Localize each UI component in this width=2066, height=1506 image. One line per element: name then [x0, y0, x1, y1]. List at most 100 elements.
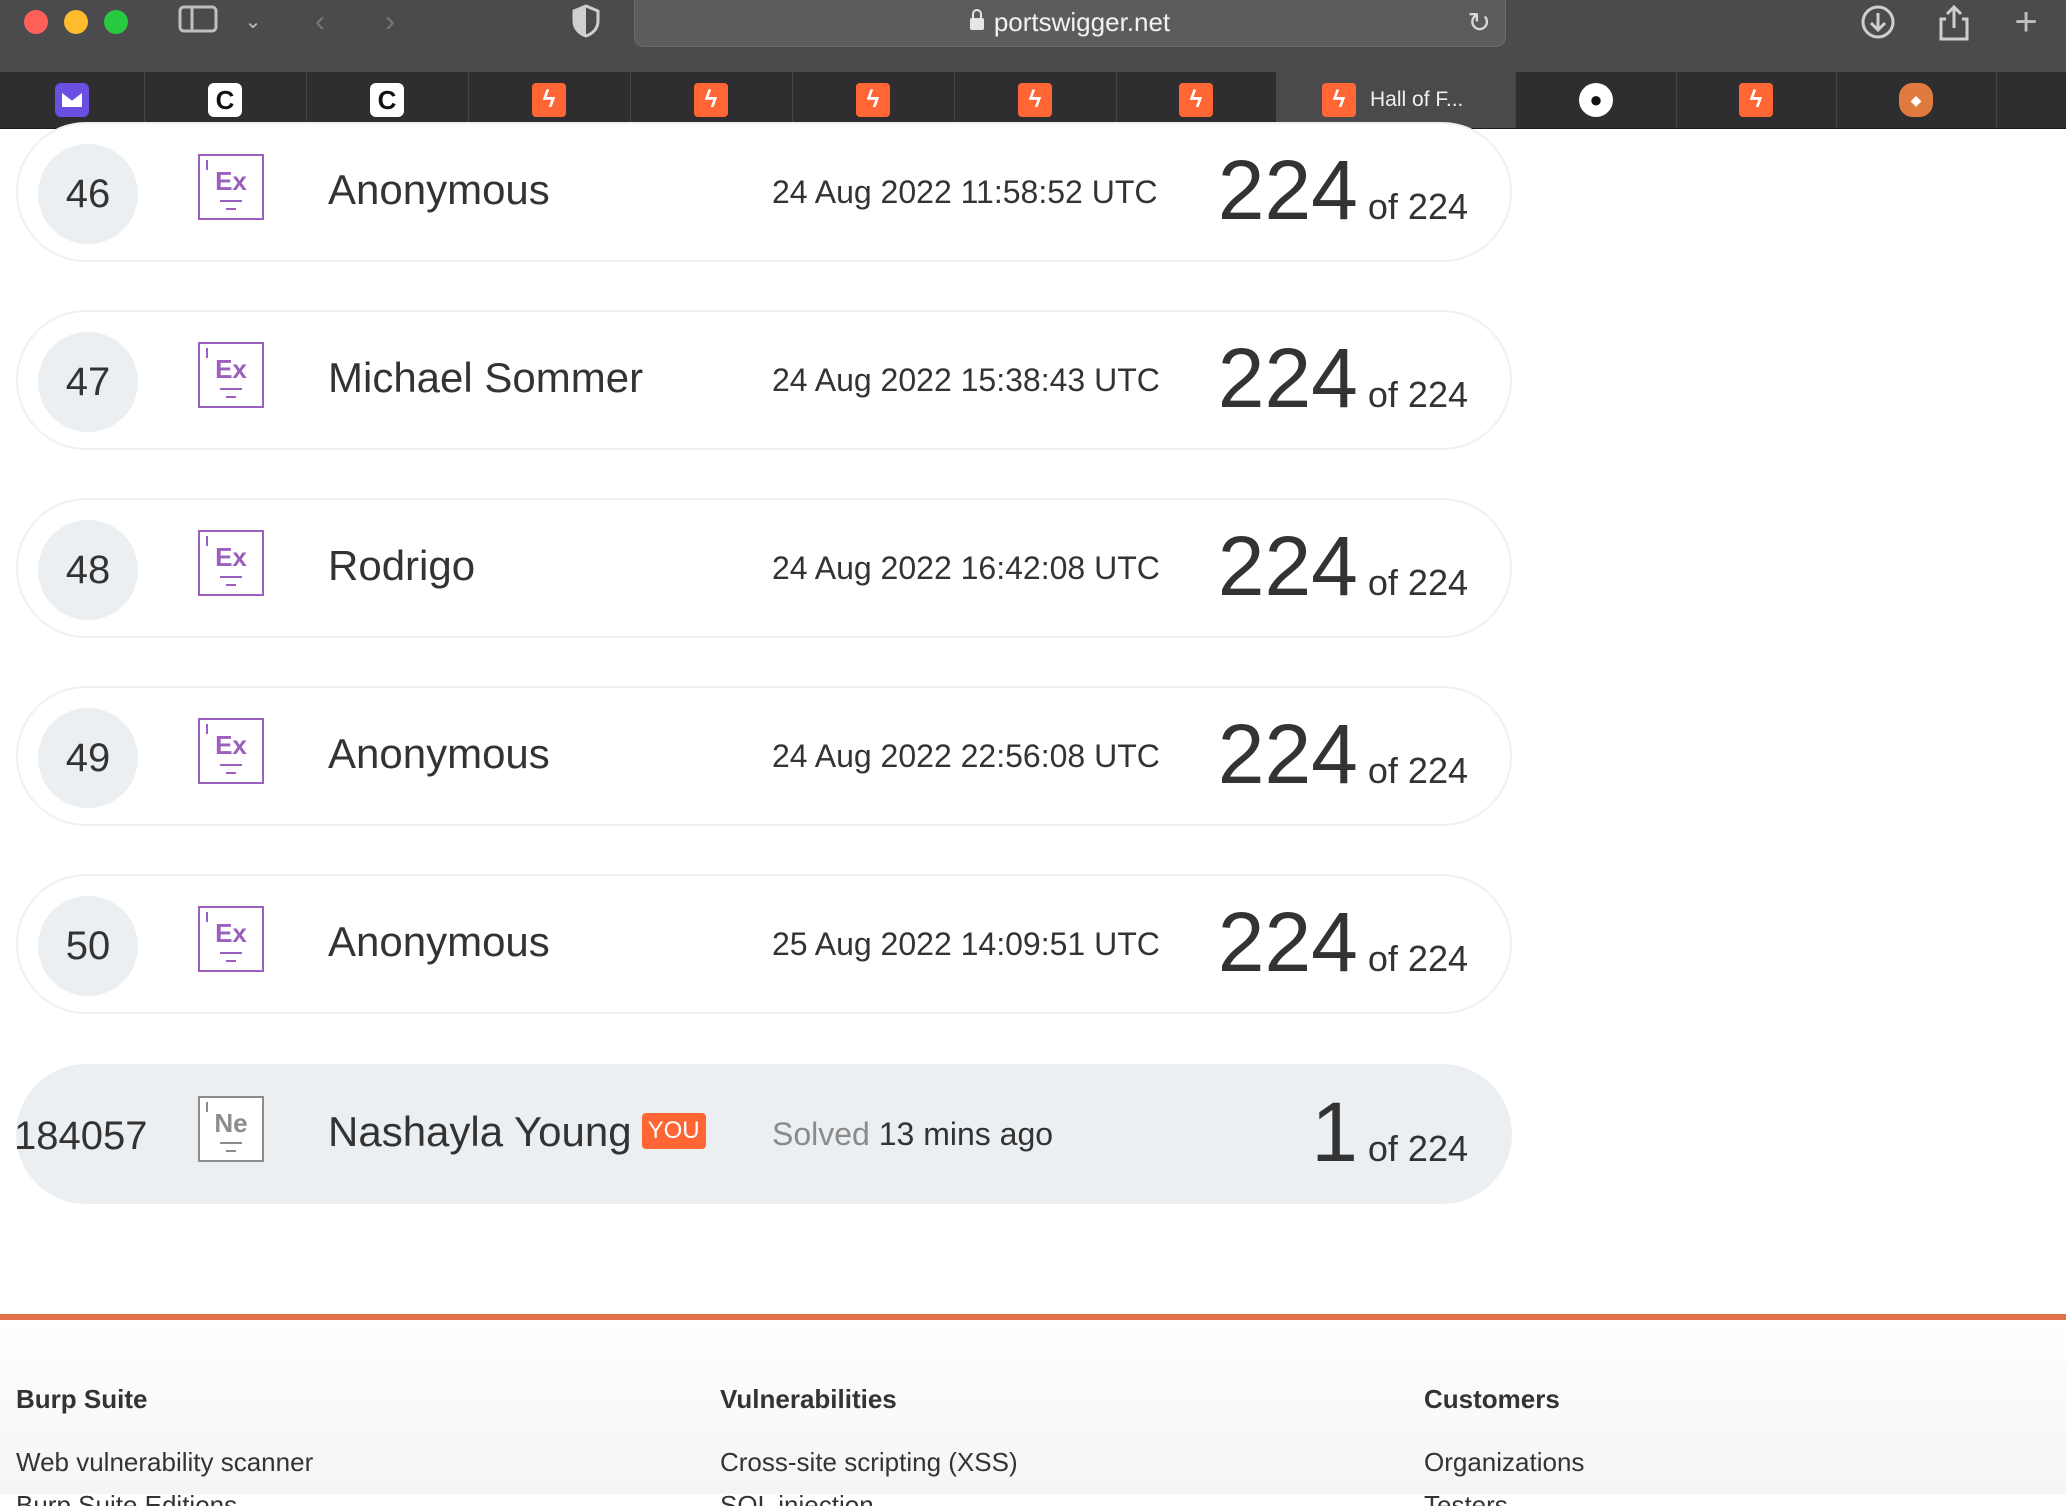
score-total: of 224: [1367, 374, 1468, 415]
zoom-window-button[interactable]: [104, 10, 128, 34]
score: 224 of 224: [1218, 892, 1468, 992]
footer-heading: Burp Suite: [16, 1384, 148, 1414]
expert-badge-icon: Ex: [198, 906, 264, 972]
tab-mail[interactable]: [0, 72, 145, 128]
burp-bolt-icon: ϟ: [532, 83, 566, 117]
solved-time: Solved 13 mins ago: [772, 1116, 1053, 1153]
score-value: 224: [1217, 707, 1358, 801]
completion-date: 24 Aug 2022 22:56:08 UTC: [772, 738, 1160, 774]
tab-github[interactable]: ●: [1516, 72, 1677, 128]
forward-arrow-icon[interactable]: ›: [372, 4, 408, 40]
user-name: Anonymous: [328, 730, 550, 777]
tab-burp-5[interactable]: ϟ: [1116, 72, 1277, 128]
tab-title: Hall of F...: [1370, 88, 1464, 111]
user-name: Michael Sommer: [328, 354, 644, 401]
leaderboard-row: 49 Ex Anonymous 24 Aug 2022 22:56:08 UTC…: [16, 686, 1512, 826]
score-value: 1: [1311, 1085, 1358, 1179]
score-value: 224: [1217, 331, 1358, 425]
site-footer: Burp Suite Web vulnerability scanner Bur…: [0, 1320, 2066, 1506]
rank-number: 50: [38, 896, 138, 996]
footer-column-customers: Customers Organizations Testers: [1424, 1384, 1584, 1506]
footer-link[interactable]: Burp Suite Editions: [16, 1490, 313, 1506]
lock-icon: [969, 9, 984, 30]
score-total: of 224: [1367, 186, 1468, 227]
burp-bolt-icon: ϟ: [1018, 83, 1052, 117]
score: 224 of 224: [1218, 140, 1468, 240]
burp-bolt-icon: ϟ: [856, 83, 890, 117]
user-name: Anonymous: [328, 166, 550, 213]
completion-date: 25 Aug 2022 14:09:51 UTC: [772, 926, 1160, 962]
tab-hall-of-fame[interactable]: ϟ Hall of F...: [1276, 72, 1516, 128]
burp-bolt-icon: ϟ: [1179, 83, 1213, 117]
solved-label: Solved: [772, 1116, 870, 1152]
score: 1 of 224: [1311, 1082, 1468, 1182]
footer-link[interactable]: Testers: [1424, 1490, 1584, 1506]
score-value: 224: [1217, 143, 1358, 237]
chevron-down-icon[interactable]: ⌄: [238, 4, 268, 40]
address-bar[interactable]: portswigger.net ↻: [634, 0, 1506, 47]
browser-toolbar: ⌄ ‹ › portswigger.net ↻ +: [0, 0, 2066, 73]
burp-bolt-icon: ϟ: [1322, 83, 1356, 117]
newcomer-badge-icon: Ne: [198, 1096, 264, 1162]
back-arrow-icon[interactable]: ‹: [302, 4, 338, 40]
leaderboard-row: 47 Ex Michael Sommer 24 Aug 2022 15:38:4…: [16, 310, 1512, 450]
close-window-button[interactable]: [24, 10, 48, 34]
footer-link[interactable]: Organizations: [1424, 1447, 1584, 1478]
burp-bolt-icon: ϟ: [694, 83, 728, 117]
rank-number: 184057: [14, 1114, 148, 1158]
user-name: Nashayla Young YOU: [328, 1108, 706, 1156]
score-value: 224: [1217, 895, 1358, 989]
tab-extension[interactable]: ◆: [1836, 72, 1997, 128]
expert-badge-icon: Ex: [198, 342, 264, 408]
score-value: 224: [1217, 519, 1358, 613]
score: 224 of 224: [1218, 704, 1468, 804]
minimize-window-button[interactable]: [64, 10, 88, 34]
tab-c2[interactable]: C: [306, 72, 469, 128]
score-total: of 224: [1367, 938, 1468, 979]
user-name: Anonymous: [328, 918, 550, 965]
footer-heading: Customers: [1424, 1384, 1560, 1414]
tab-burp-2[interactable]: ϟ: [630, 72, 793, 128]
score-total: of 224: [1367, 750, 1468, 791]
shield-extension-icon: ◆: [1899, 83, 1933, 117]
you-badge: YOU: [641, 1112, 706, 1149]
score-total: of 224: [1367, 562, 1468, 603]
footer-link[interactable]: SQL injection: [720, 1490, 1018, 1506]
tab-c1[interactable]: C: [144, 72, 307, 128]
rank-number: 49: [38, 708, 138, 808]
tab-burp-6[interactable]: ϟ: [1676, 72, 1837, 128]
expert-badge-icon: Ex: [198, 718, 264, 784]
user-name-text: Nashayla Young: [328, 1108, 632, 1155]
score: 224 of 224: [1218, 328, 1468, 428]
sidebar-toggle-icon[interactable]: [176, 4, 220, 40]
footer-column-burp-suite: Burp Suite Web vulnerability scanner Bur…: [16, 1384, 313, 1506]
leaderboard-row: 46 Ex Anonymous 24 Aug 2022 11:58:52 UTC…: [16, 122, 1512, 262]
rank-number: 46: [38, 144, 138, 244]
rank-number: 48: [38, 520, 138, 620]
mail-icon: [55, 83, 89, 117]
footer-link[interactable]: Web vulnerability scanner: [16, 1447, 313, 1478]
tab-burp-1[interactable]: ϟ: [468, 72, 631, 128]
rank-number: 47: [38, 332, 138, 432]
score-total: of 224: [1367, 1128, 1468, 1169]
new-tab-icon[interactable]: +: [2006, 2, 2046, 42]
share-icon[interactable]: [1934, 4, 1974, 41]
downloads-icon[interactable]: [1858, 4, 1898, 40]
url-text: portswigger.net: [993, 7, 1171, 37]
user-name: Rodrigo: [328, 542, 476, 589]
reload-icon[interactable]: ↻: [1468, 6, 1491, 39]
footer-link[interactable]: Cross-site scripting (XSS): [720, 1447, 1018, 1478]
github-icon: ●: [1579, 83, 1613, 117]
tab-bar: C C ϟ ϟ ϟ ϟ ϟ ϟ Hall of F... ● ϟ ◆: [0, 72, 2066, 129]
tab-burp-3[interactable]: ϟ: [792, 72, 955, 128]
leaderboard-row: 50 Ex Anonymous 25 Aug 2022 14:09:51 UTC…: [16, 874, 1512, 1014]
solved-time-value: 13 mins ago: [878, 1116, 1054, 1152]
completion-date: 24 Aug 2022 11:58:52 UTC: [772, 174, 1158, 210]
footer-heading: Vulnerabilities: [720, 1384, 897, 1414]
privacy-shield-icon[interactable]: [568, 4, 604, 40]
completion-date: 24 Aug 2022 16:42:08 UTC: [772, 550, 1160, 586]
expert-badge-icon: Ex: [198, 530, 264, 596]
expert-badge-icon: Ex: [198, 154, 264, 220]
footer-column-vulnerabilities: Vulnerabilities Cross-site scripting (XS…: [720, 1384, 1018, 1506]
tab-burp-4[interactable]: ϟ: [954, 72, 1117, 128]
